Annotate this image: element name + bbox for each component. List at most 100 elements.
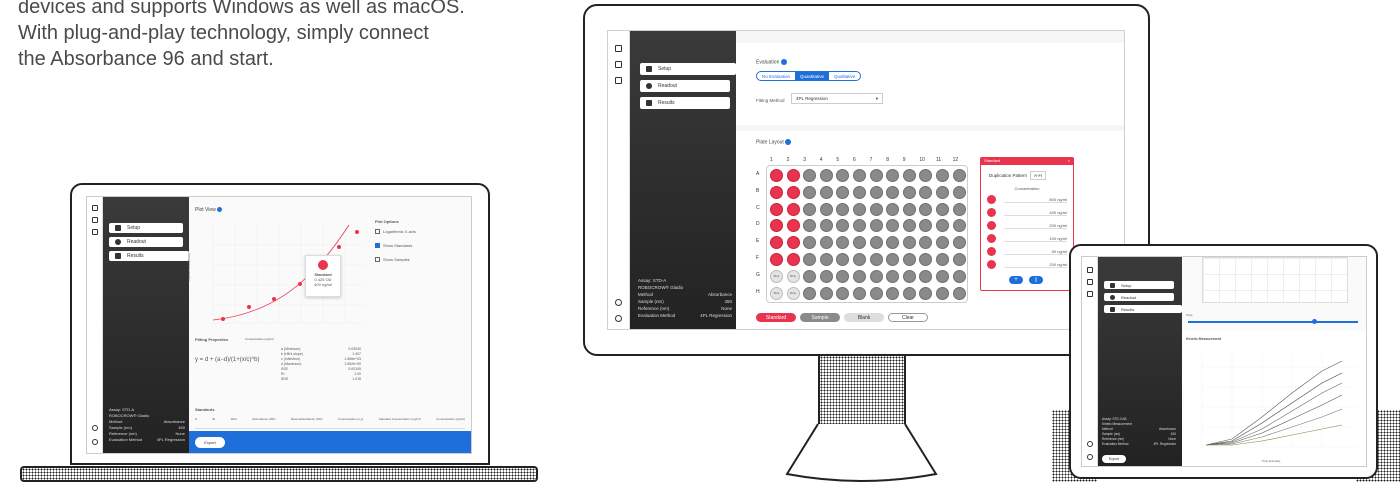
data-point[interactable] bbox=[355, 230, 359, 234]
option-log-x[interactable]: Logarithmic X-axis bbox=[375, 229, 416, 234]
save-icon[interactable] bbox=[615, 77, 622, 84]
plate-well[interactable] bbox=[786, 169, 800, 182]
sample-button[interactable]: Sample bbox=[800, 313, 840, 322]
plate-well[interactable] bbox=[952, 185, 966, 199]
plate-well[interactable] bbox=[853, 219, 866, 233]
plate-well[interactable] bbox=[886, 219, 900, 233]
info-icon[interactable] bbox=[217, 207, 223, 213]
plate-well[interactable] bbox=[869, 169, 883, 182]
plate-well[interactable]: Blnk bbox=[786, 269, 800, 283]
data-point[interactable] bbox=[298, 282, 302, 286]
plate-well[interactable] bbox=[786, 236, 800, 250]
plate-well[interactable] bbox=[819, 185, 833, 199]
plate-well[interactable] bbox=[803, 286, 817, 300]
nav-readout[interactable]: Readout bbox=[640, 80, 730, 92]
document-icon[interactable] bbox=[615, 45, 622, 52]
nav-setup[interactable]: Setup bbox=[640, 63, 736, 75]
plate-well[interactable] bbox=[919, 169, 933, 182]
plate-well[interactable] bbox=[819, 202, 833, 216]
plate-well[interactable] bbox=[770, 253, 783, 266]
checkbox-checked[interactable] bbox=[375, 243, 380, 248]
plate-well[interactable] bbox=[902, 185, 916, 199]
plate-well[interactable] bbox=[786, 185, 800, 199]
plate-well[interactable] bbox=[886, 185, 900, 199]
nav-readout[interactable]: Readout bbox=[1104, 293, 1174, 301]
plate-well[interactable] bbox=[936, 219, 949, 233]
checkbox[interactable] bbox=[375, 257, 380, 262]
blank-button[interactable]: Blank bbox=[844, 313, 884, 322]
concentration-input[interactable]: 200 ng/ml bbox=[1004, 223, 1067, 229]
plate-well[interactable] bbox=[770, 202, 783, 216]
info-icon[interactable] bbox=[780, 59, 787, 65]
plate-well[interactable] bbox=[819, 286, 833, 300]
plate-well[interactable] bbox=[902, 269, 916, 283]
plate-well[interactable] bbox=[952, 269, 966, 283]
plate-well[interactable] bbox=[869, 286, 883, 300]
option-show-standards[interactable]: Show Standards bbox=[375, 243, 412, 248]
plate-well[interactable] bbox=[853, 185, 866, 199]
plate-well[interactable] bbox=[869, 236, 883, 250]
concentration-input[interactable]: 800 ng/ml bbox=[1004, 197, 1067, 203]
plate-well[interactable] bbox=[936, 169, 949, 182]
plate-well[interactable] bbox=[770, 169, 783, 182]
plate-well[interactable] bbox=[819, 269, 833, 283]
plate-well[interactable] bbox=[919, 219, 933, 233]
data-point[interactable] bbox=[221, 317, 225, 321]
nav-setup[interactable]: Setup bbox=[1104, 281, 1174, 289]
help-icon[interactable] bbox=[615, 299, 622, 306]
plate-well[interactable] bbox=[952, 236, 966, 250]
plate-well[interactable]: Blnk bbox=[770, 269, 783, 283]
folder-icon[interactable] bbox=[615, 61, 622, 68]
plate-well[interactable] bbox=[952, 202, 966, 216]
concentration-input[interactable]: 400 ng/ml bbox=[1004, 210, 1067, 216]
plate-well[interactable] bbox=[936, 202, 949, 216]
plate-well[interactable] bbox=[836, 169, 850, 182]
plate-well[interactable] bbox=[853, 169, 866, 182]
eval-option-qualitative[interactable]: Qualitative bbox=[829, 72, 860, 80]
plate-well[interactable] bbox=[886, 286, 900, 300]
folder-icon[interactable] bbox=[92, 217, 98, 223]
plate-well[interactable] bbox=[853, 286, 866, 300]
plate-well[interactable] bbox=[853, 236, 866, 250]
plate-well[interactable] bbox=[836, 185, 850, 199]
plate-well[interactable] bbox=[952, 169, 966, 182]
plate-well[interactable] bbox=[869, 253, 883, 266]
plate-well[interactable] bbox=[886, 169, 900, 182]
data-point[interactable] bbox=[337, 245, 341, 249]
plate-well[interactable] bbox=[770, 185, 783, 199]
plate-well[interactable] bbox=[836, 269, 850, 283]
plate-well[interactable] bbox=[919, 286, 933, 300]
help-icon[interactable] bbox=[1087, 441, 1093, 447]
plate-well[interactable]: Blnk bbox=[770, 286, 783, 300]
plate-well[interactable] bbox=[770, 236, 783, 250]
plate-well[interactable] bbox=[853, 253, 866, 266]
plate-well[interactable] bbox=[803, 253, 817, 266]
delete-button[interactable]: ▯ bbox=[1029, 276, 1043, 284]
export-button[interactable]: Export bbox=[195, 437, 225, 448]
plate-well[interactable] bbox=[786, 253, 800, 266]
data-point[interactable] bbox=[272, 297, 276, 301]
plate-well[interactable] bbox=[919, 253, 933, 266]
plate-well[interactable] bbox=[836, 286, 850, 300]
plate-well[interactable] bbox=[803, 236, 817, 250]
plate-well[interactable] bbox=[936, 253, 949, 266]
plate-well[interactable] bbox=[803, 169, 817, 182]
plate-well[interactable] bbox=[770, 219, 783, 233]
plate-well[interactable] bbox=[902, 253, 916, 266]
concentration-input[interactable]: 50 ng/ml bbox=[1004, 249, 1067, 255]
nav-results[interactable]: Results bbox=[109, 251, 189, 261]
plate-well[interactable] bbox=[786, 202, 800, 216]
clear-button[interactable]: Clear bbox=[888, 313, 928, 322]
plate-well[interactable] bbox=[919, 269, 933, 283]
plate-well[interactable] bbox=[869, 185, 883, 199]
plate-well[interactable] bbox=[902, 202, 916, 216]
time-slider[interactable] bbox=[1188, 321, 1358, 323]
plate-well[interactable] bbox=[952, 286, 966, 300]
plate-well[interactable] bbox=[919, 185, 933, 199]
plate-well[interactable] bbox=[836, 253, 850, 266]
export-button[interactable]: Export bbox=[1102, 455, 1126, 463]
power-icon[interactable] bbox=[1087, 454, 1093, 460]
plate-well[interactable] bbox=[836, 219, 850, 233]
plate-well[interactable] bbox=[869, 202, 883, 216]
plate-well[interactable]: Blnk bbox=[786, 286, 800, 300]
